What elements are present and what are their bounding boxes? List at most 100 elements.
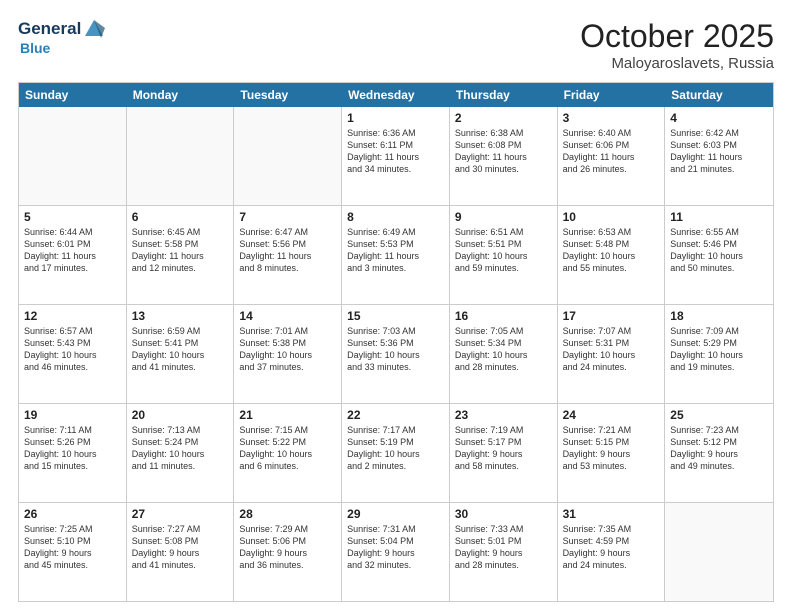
day-header: Wednesday xyxy=(342,83,450,107)
day-number: 27 xyxy=(132,507,229,521)
day-number: 15 xyxy=(347,309,444,323)
day-cell: 5 Sunrise: 6:44 AM Sunset: 6:01 PM Daylig… xyxy=(19,206,127,304)
day-cell: 23Sunrise: 7:19 AM Sunset: 5:17 PM Dayli… xyxy=(450,404,558,502)
day-number: 6 xyxy=(132,210,229,224)
day-cell: 16 Sunrise: 7:05 AM Sunset: 5:34 PM Dayli… xyxy=(450,305,558,403)
day-info: Sunrise: 7:21 AM Sunset: 5:15 PM Dayligh… xyxy=(563,424,660,473)
week-row: 5 Sunrise: 6:44 AM Sunset: 6:01 PM Daylig… xyxy=(19,205,773,304)
day-info: Sunrise: 6:57 AM Sunset: 5:43 PM Dayligh… xyxy=(24,325,121,374)
day-number: 10 xyxy=(563,210,660,224)
day-cell: 9 Sunrise: 6:51 AM Sunset: 5:51 PM Daylig… xyxy=(450,206,558,304)
day-number: 28 xyxy=(239,507,336,521)
day-info: Sunrise: 7:17 AM Sunset: 5:19 PM Dayligh… xyxy=(347,424,444,473)
day-cell: 10 Sunrise: 6:53 AM Sunset: 5:48 PM Dayli… xyxy=(558,206,666,304)
day-cell: 14 Sunrise: 7:01 AM Sunset: 5:38 PM Dayli… xyxy=(234,305,342,403)
day-info: Sunrise: 7:09 AM Sunset: 5:29 PM Dayligh… xyxy=(670,325,768,374)
day-number: 26 xyxy=(24,507,121,521)
day-cell: 27Sunrise: 7:27 AM Sunset: 5:08 PM Dayli… xyxy=(127,503,235,601)
week-row: 12Sunrise: 6:57 AM Sunset: 5:43 PM Dayli… xyxy=(19,304,773,403)
day-cell xyxy=(19,107,127,205)
day-number: 25 xyxy=(670,408,768,422)
logo: General Blue xyxy=(18,18,105,58)
day-info: Sunrise: 7:29 AM Sunset: 5:06 PM Dayligh… xyxy=(239,523,336,572)
day-number: 19 xyxy=(24,408,121,422)
day-header: Thursday xyxy=(450,83,558,107)
day-number: 11 xyxy=(670,210,768,224)
day-number: 14 xyxy=(239,309,336,323)
day-number: 20 xyxy=(132,408,229,422)
month-title: October 2025 xyxy=(580,18,774,55)
day-info: Sunrise: 7:03 AM Sunset: 5:36 PM Dayligh… xyxy=(347,325,444,374)
day-cell xyxy=(234,107,342,205)
day-cell: 7 Sunrise: 6:47 AM Sunset: 5:56 PM Daylig… xyxy=(234,206,342,304)
day-info: Sunrise: 6:51 AM Sunset: 5:51 PM Dayligh… xyxy=(455,226,552,275)
day-info: Sunrise: 6:49 AM Sunset: 5:53 PM Dayligh… xyxy=(347,226,444,275)
day-info: Sunrise: 7:07 AM Sunset: 5:31 PM Dayligh… xyxy=(563,325,660,374)
day-info: Sunrise: 6:44 AM Sunset: 6:01 PM Dayligh… xyxy=(24,226,121,275)
day-number: 18 xyxy=(670,309,768,323)
day-cell: 15 Sunrise: 7:03 AM Sunset: 5:36 PM Dayli… xyxy=(342,305,450,403)
day-info: Sunrise: 6:38 AM Sunset: 6:08 PM Dayligh… xyxy=(455,127,552,176)
page-container: General Blue October 2025 Maloyaroslavet… xyxy=(0,0,792,612)
logo-general: General xyxy=(18,19,81,39)
day-cell: 24 Sunrise: 7:21 AM Sunset: 5:15 PM Dayli… xyxy=(558,404,666,502)
day-number: 16 xyxy=(455,309,552,323)
logo-icon xyxy=(83,18,105,40)
day-cell: 2 Sunrise: 6:38 AM Sunset: 6:08 PM Daylig… xyxy=(450,107,558,205)
header: General Blue October 2025 Maloyaroslavet… xyxy=(18,18,774,72)
day-info: Sunrise: 6:42 AM Sunset: 6:03 PM Dayligh… xyxy=(670,127,768,176)
logo-blue: Blue xyxy=(20,40,50,56)
day-info: Sunrise: 7:11 AM Sunset: 5:26 PM Dayligh… xyxy=(24,424,121,473)
day-cell: 8 Sunrise: 6:49 AM Sunset: 5:53 PM Daylig… xyxy=(342,206,450,304)
day-number: 24 xyxy=(563,408,660,422)
day-info: Sunrise: 6:47 AM Sunset: 5:56 PM Dayligh… xyxy=(239,226,336,275)
day-cell: 6Sunrise: 6:45 AM Sunset: 5:58 PM Daylig… xyxy=(127,206,235,304)
day-info: Sunrise: 6:55 AM Sunset: 5:46 PM Dayligh… xyxy=(670,226,768,275)
day-info: Sunrise: 6:59 AM Sunset: 5:41 PM Dayligh… xyxy=(132,325,229,374)
week-row: 26 Sunrise: 7:25 AM Sunset: 5:10 PM Dayli… xyxy=(19,502,773,601)
day-number: 3 xyxy=(563,111,660,125)
day-number: 9 xyxy=(455,210,552,224)
day-cell: 20Sunrise: 7:13 AM Sunset: 5:24 PM Dayli… xyxy=(127,404,235,502)
day-cell: 28 Sunrise: 7:29 AM Sunset: 5:06 PM Dayli… xyxy=(234,503,342,601)
day-info: Sunrise: 7:23 AM Sunset: 5:12 PM Dayligh… xyxy=(670,424,768,473)
week-row: 19 Sunrise: 7:11 AM Sunset: 5:26 PM Dayli… xyxy=(19,403,773,502)
day-cell: 21Sunrise: 7:15 AM Sunset: 5:22 PM Dayli… xyxy=(234,404,342,502)
day-cell: 25 Sunrise: 7:23 AM Sunset: 5:12 PM Dayli… xyxy=(665,404,773,502)
day-info: Sunrise: 6:53 AM Sunset: 5:48 PM Dayligh… xyxy=(563,226,660,275)
day-cell: 17 Sunrise: 7:07 AM Sunset: 5:31 PM Dayli… xyxy=(558,305,666,403)
week-row: 1 Sunrise: 6:36 AM Sunset: 6:11 PM Daylig… xyxy=(19,107,773,205)
day-header: Friday xyxy=(558,83,666,107)
day-info: Sunrise: 6:36 AM Sunset: 6:11 PM Dayligh… xyxy=(347,127,444,176)
day-cell: 26 Sunrise: 7:25 AM Sunset: 5:10 PM Dayli… xyxy=(19,503,127,601)
day-cell: 11 Sunrise: 6:55 AM Sunset: 5:46 PM Dayli… xyxy=(665,206,773,304)
day-cell xyxy=(127,107,235,205)
day-number: 4 xyxy=(670,111,768,125)
weeks: 1 Sunrise: 6:36 AM Sunset: 6:11 PM Daylig… xyxy=(19,107,773,601)
day-number: 23 xyxy=(455,408,552,422)
day-number: 2 xyxy=(455,111,552,125)
day-header: Sunday xyxy=(19,83,127,107)
day-info: Sunrise: 7:31 AM Sunset: 5:04 PM Dayligh… xyxy=(347,523,444,572)
day-number: 5 xyxy=(24,210,121,224)
day-info: Sunrise: 7:01 AM Sunset: 5:38 PM Dayligh… xyxy=(239,325,336,374)
day-info: Sunrise: 7:25 AM Sunset: 5:10 PM Dayligh… xyxy=(24,523,121,572)
day-cell: 1 Sunrise: 6:36 AM Sunset: 6:11 PM Daylig… xyxy=(342,107,450,205)
day-info: Sunrise: 7:05 AM Sunset: 5:34 PM Dayligh… xyxy=(455,325,552,374)
day-cell: 19 Sunrise: 7:11 AM Sunset: 5:26 PM Dayli… xyxy=(19,404,127,502)
day-number: 22 xyxy=(347,408,444,422)
day-number: 7 xyxy=(239,210,336,224)
day-cell: 30Sunrise: 7:33 AM Sunset: 5:01 PM Dayli… xyxy=(450,503,558,601)
day-number: 8 xyxy=(347,210,444,224)
day-cell: 31Sunrise: 7:35 AM Sunset: 4:59 PM Dayli… xyxy=(558,503,666,601)
day-info: Sunrise: 6:40 AM Sunset: 6:06 PM Dayligh… xyxy=(563,127,660,176)
day-number: 30 xyxy=(455,507,552,521)
title-section: October 2025 Maloyaroslavets, Russia xyxy=(580,18,774,72)
day-info: Sunrise: 7:15 AM Sunset: 5:22 PM Dayligh… xyxy=(239,424,336,473)
day-number: 17 xyxy=(563,309,660,323)
day-header: Tuesday xyxy=(234,83,342,107)
day-number: 1 xyxy=(347,111,444,125)
day-header: Saturday xyxy=(665,83,773,107)
day-info: Sunrise: 7:35 AM Sunset: 4:59 PM Dayligh… xyxy=(563,523,660,572)
day-cell: 3 Sunrise: 6:40 AM Sunset: 6:06 PM Daylig… xyxy=(558,107,666,205)
